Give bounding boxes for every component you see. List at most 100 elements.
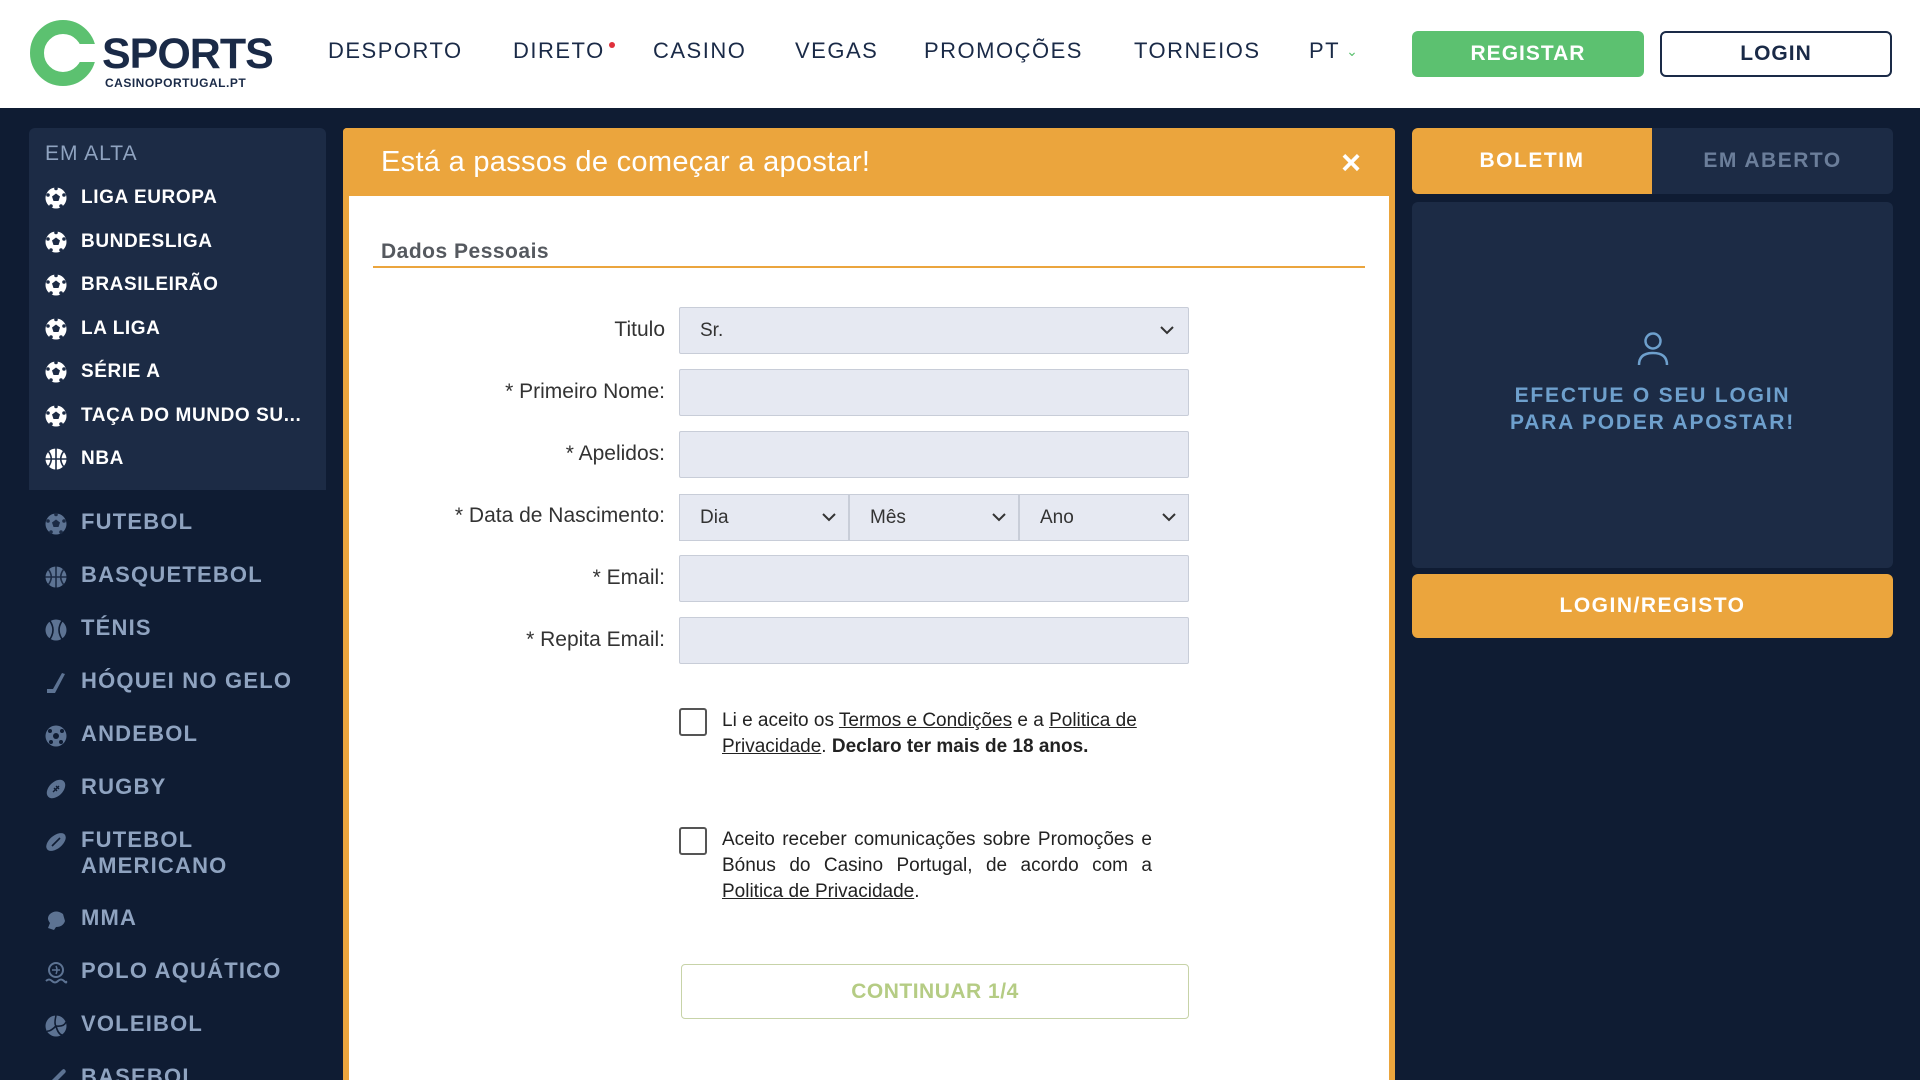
dob-month-select[interactable]: Mês xyxy=(849,494,1019,541)
sport-item[interactable]: FUTEBOL AMERICANO xyxy=(43,827,227,879)
chevron-down-icon xyxy=(992,513,1006,522)
sport-item[interactable]: VOLEIBOL xyxy=(43,1011,203,1039)
soccer-ball-icon xyxy=(43,185,69,211)
sport-item-label: VOLEIBOL xyxy=(81,1011,204,1036)
rugby-ball-icon xyxy=(43,776,69,802)
sport-item[interactable]: FUTEBOL xyxy=(43,509,193,537)
sport-item-label: BASEBOL xyxy=(81,1064,197,1080)
user-icon xyxy=(1637,332,1669,366)
promo-text: Aceito receber comunicações sobre Promoç… xyxy=(722,829,1152,902)
terms-text: Li e aceito os Termos e Condições e a Po… xyxy=(722,710,1137,757)
trending-item[interactable]: BRASILEIRÃO xyxy=(43,270,219,300)
soccer-ball-icon xyxy=(43,403,69,429)
trending-item[interactable]: SÉRIE A xyxy=(43,357,161,387)
logo-subtext: CASINOPORTUGAL.PT xyxy=(105,76,247,90)
section-title: Dados Pessoais xyxy=(381,240,550,263)
sport-item[interactable]: POLO AQUÁTICO xyxy=(43,958,282,986)
modal-title: Está a passos de começar a apostar! xyxy=(381,146,871,178)
close-icon[interactable]: × xyxy=(1341,144,1361,183)
dob-year-select[interactable]: Ano xyxy=(1019,494,1189,541)
soccer-ball-icon xyxy=(43,316,69,342)
chevron-down-icon: ⌄ xyxy=(1346,43,1360,59)
title-label: Titulo xyxy=(614,318,665,341)
first-name-label: * Primeiro Nome: xyxy=(505,380,665,403)
top-header: SPORTS CASINOPORTUGAL.PT DESPORTO DIRETO… xyxy=(0,0,1920,108)
basketball-icon xyxy=(43,564,69,590)
sport-item-label: TÉNIS xyxy=(81,615,152,640)
handball-icon xyxy=(43,723,69,749)
trending-item-label: SÉRIE A xyxy=(81,361,161,382)
logo-text: SPORTS xyxy=(102,30,274,78)
sport-item[interactable]: BASQUETEBOL xyxy=(43,562,263,590)
login-registo-button[interactable]: LOGIN/REGISTO xyxy=(1412,574,1893,638)
soccer-ball-icon xyxy=(43,511,69,537)
first-name-input[interactable] xyxy=(679,369,1189,416)
nav-promocoes[interactable]: PROMOÇÕES xyxy=(924,38,1083,64)
nav-torneios[interactable]: TORNEIOS xyxy=(1134,38,1261,64)
trending-item[interactable]: NBA xyxy=(43,444,124,474)
nav-casino[interactable]: CASINO xyxy=(653,38,746,64)
sport-item[interactable]: HÓQUEI NO GELO xyxy=(43,668,292,696)
tab-em-aberto[interactable]: EM ABERTO xyxy=(1652,128,1893,194)
chevron-down-icon xyxy=(1162,513,1176,522)
soccer-ball-icon xyxy=(43,359,69,385)
privacy-link[interactable]: Politica de Privacidade xyxy=(722,881,914,902)
dob-day-select[interactable]: Dia xyxy=(679,494,849,541)
hockey-stick-icon xyxy=(43,670,69,696)
chevron-down-icon xyxy=(1160,326,1174,335)
volleyball-icon xyxy=(43,1013,69,1039)
sport-item-label: FUTEBOL AMERICANO xyxy=(81,827,228,878)
logo[interactable]: SPORTS CASINOPORTUGAL.PT xyxy=(30,20,274,90)
live-dot-icon xyxy=(609,42,615,48)
nav-direto[interactable]: DIRETO xyxy=(513,38,605,64)
basketball-icon xyxy=(43,446,69,472)
login-button[interactable]: LOGIN xyxy=(1660,31,1892,77)
sport-item[interactable]: ANDEBOL xyxy=(43,721,198,749)
nav-desporto[interactable]: DESPORTO xyxy=(328,38,463,64)
sport-item[interactable]: BASEBOL xyxy=(43,1064,197,1080)
chevron-down-icon xyxy=(822,513,836,522)
terms-link[interactable]: Termos e Condições xyxy=(839,710,1012,731)
terms-checkbox[interactable] xyxy=(679,708,707,736)
continue-button[interactable]: CONTINUAR 1/4 xyxy=(681,964,1189,1019)
sport-item[interactable]: TÉNIS xyxy=(43,615,152,643)
sport-item[interactable]: RUGBY xyxy=(43,774,166,802)
trending-item[interactable]: LA LIGA xyxy=(43,314,161,344)
trending-item[interactable]: TAÇA DO MUNDO SU... xyxy=(43,401,301,431)
repeat-email-label: * Repita Email: xyxy=(526,628,665,651)
betslip-message: EFECTUE O SEU LOGIN PARA PODER APOSTAR! xyxy=(1509,384,1796,434)
trending-item[interactable]: BUNDESLIGA xyxy=(43,227,213,257)
register-button[interactable]: REGISTAR xyxy=(1412,31,1644,77)
dob-label: * Data de Nascimento: xyxy=(454,504,665,527)
trending-item-label: BRASILEIRÃO xyxy=(81,274,219,295)
promo-checkbox[interactable] xyxy=(679,827,707,855)
trending-item-label: BUNDESLIGA xyxy=(81,230,213,252)
surname-input[interactable] xyxy=(679,431,1189,478)
email-label: * Email: xyxy=(592,566,665,589)
sport-item-label: ANDEBOL xyxy=(81,721,199,746)
sport-item-label: MMA xyxy=(81,905,138,930)
trending-item-label: LA LIGA xyxy=(81,317,161,339)
water-polo-icon xyxy=(43,960,69,986)
tab-boletim[interactable]: BOLETIM xyxy=(1412,128,1652,194)
surname-label: * Apelidos: xyxy=(565,442,665,465)
trending-item[interactable]: LIGA EUROPA xyxy=(43,183,217,213)
title-select[interactable]: Sr. xyxy=(679,307,1189,354)
modal-header: Está a passos de começar a apostar! × xyxy=(343,128,1395,196)
sports-sidebar: EM ALTA LIGA EUROPA BUNDESLIGA BRASILEIRÃO… xyxy=(29,128,326,1080)
sport-item-label: BASQUETEBOL xyxy=(81,562,263,587)
repeat-email-input[interactable] xyxy=(679,617,1189,664)
sport-item[interactable]: MMA xyxy=(43,905,137,933)
trending-item-label: NBA xyxy=(81,448,124,469)
trending-section: EM ALTA LIGA EUROPA BUNDESLIGA BRASILEIRÃO… xyxy=(29,128,326,490)
email-input[interactable] xyxy=(679,555,1189,602)
soccer-ball-icon xyxy=(43,229,69,255)
baseball-bat-icon xyxy=(43,1066,69,1080)
sport-item-label: FUTEBOL xyxy=(81,509,194,534)
nav-vegas[interactable]: VEGAS xyxy=(795,38,878,64)
mma-glove-icon xyxy=(43,907,69,933)
betslip-tabs: BOLETIM EM ABERTO xyxy=(1412,128,1893,194)
language-selector[interactable]: PT ⌄ xyxy=(1309,38,1359,64)
american-football-icon xyxy=(43,829,69,855)
trending-title: EM ALTA xyxy=(45,142,138,165)
